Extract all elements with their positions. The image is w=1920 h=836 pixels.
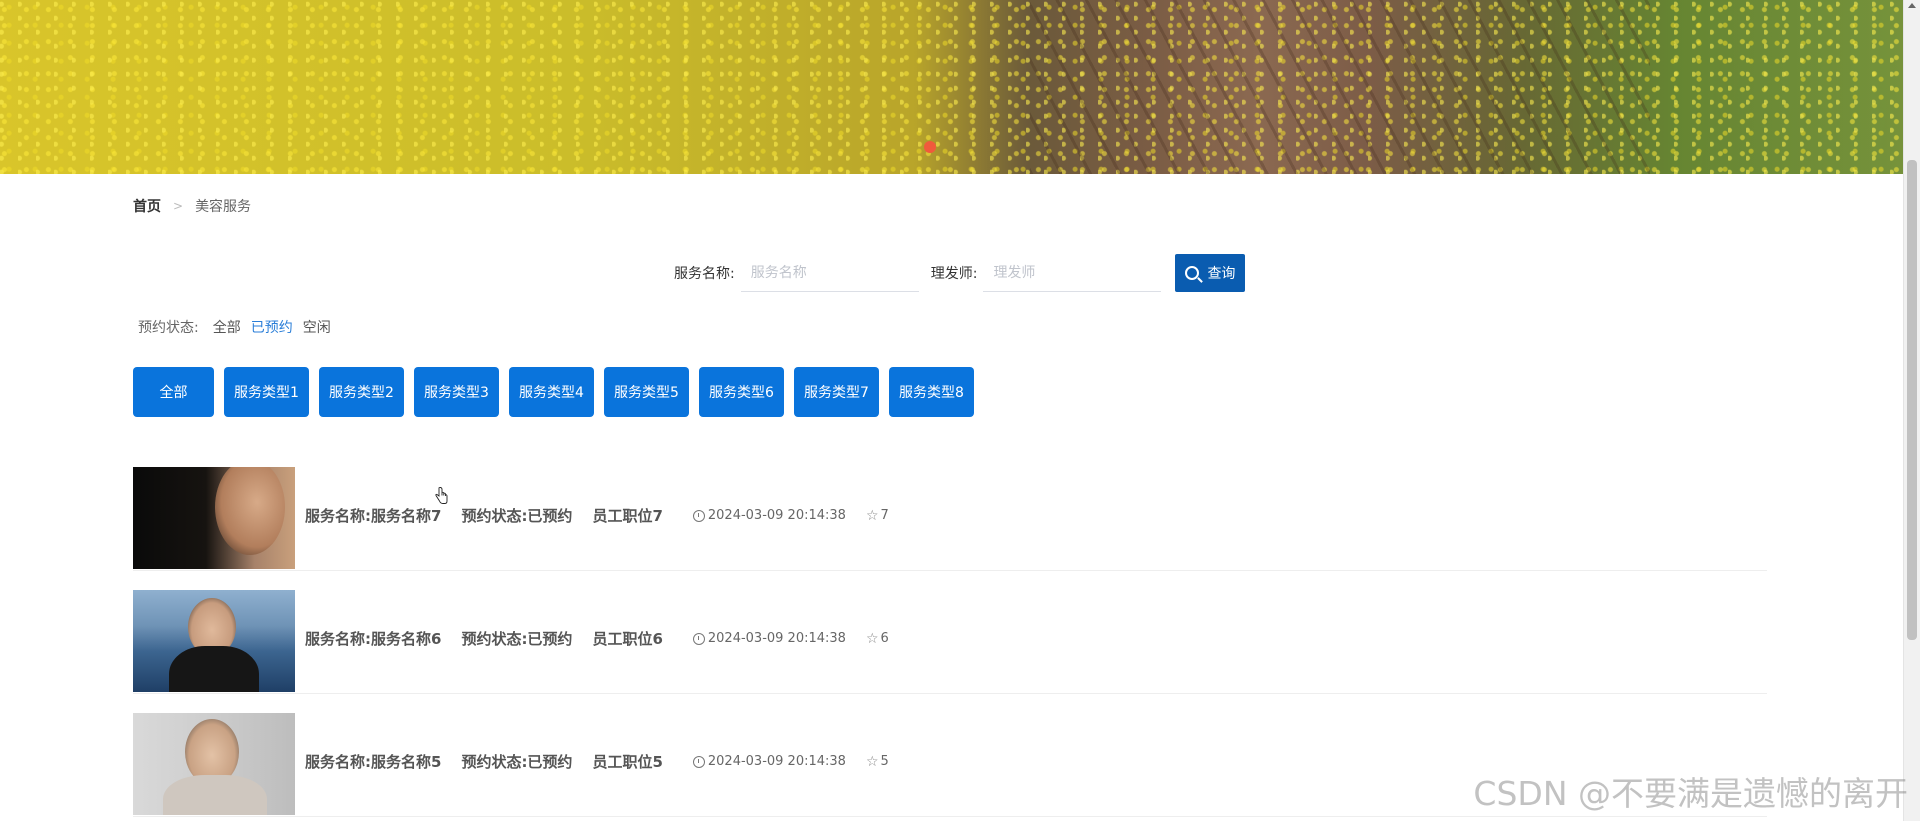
favorite-count: 6	[880, 631, 889, 646]
timestamp: 2024-03-09 20:14:38	[707, 754, 846, 769]
service-name: 服务名称:服务名称7	[305, 507, 442, 525]
star-icon: ☆	[865, 630, 879, 647]
type-button-7[interactable]: 服务类型7	[794, 367, 879, 417]
star-icon: ☆	[865, 507, 879, 524]
search-button-label: 查询	[1207, 265, 1236, 281]
clock-icon	[692, 509, 705, 522]
favorite-count: 7	[880, 508, 889, 523]
service-name-input[interactable]	[740, 254, 919, 292]
clock-icon	[692, 755, 705, 768]
service-name: 服务名称:服务名称5	[305, 753, 442, 771]
type-button-all[interactable]: 全部	[133, 367, 214, 417]
service-thumbnail[interactable]	[133, 590, 295, 692]
type-button-3[interactable]: 服务类型3	[414, 367, 499, 417]
booking-status: 预约状态:已预约	[461, 753, 573, 771]
breadcrumb-current: 美容服务	[195, 199, 252, 215]
status-option-booked[interactable]: 已预约	[251, 317, 293, 337]
carousel-indicator-dot[interactable]	[924, 141, 936, 153]
scrollbar-thumb[interactable]	[1907, 160, 1917, 640]
staff-position: 员工职位6	[592, 630, 663, 648]
service-thumbnail[interactable]	[133, 467, 295, 569]
service-name: 服务名称:服务名称6	[305, 630, 442, 648]
status-filter-label: 预约状态:	[138, 320, 199, 336]
timestamp: 2024-03-09 20:14:38	[707, 508, 846, 523]
hand-cursor-icon	[435, 487, 448, 504]
staff-position: 员工职位5	[592, 753, 663, 771]
type-button-2[interactable]: 服务类型2	[319, 367, 404, 417]
scroll-up-arrow-icon[interactable]	[1908, 3, 1916, 8]
breadcrumb: 首页 > 美容服务	[133, 196, 251, 216]
search-icon	[1185, 266, 1200, 280]
search-bar: 服务名称: 理发师: 查询	[674, 254, 1246, 292]
list-item[interactable]: 服务名称:服务名称6 预约状态:已预约 员工职位6 2024-03-09 20:…	[133, 590, 1767, 694]
booking-status: 预约状态:已预约	[461, 630, 573, 648]
breadcrumb-home-link[interactable]: 首页	[133, 196, 161, 216]
type-button-1[interactable]: 服务类型1	[224, 367, 309, 417]
type-button-4[interactable]: 服务类型4	[509, 367, 594, 417]
clock-icon	[692, 632, 705, 645]
booking-status: 预约状态:已预约	[461, 507, 573, 525]
timestamp: 2024-03-09 20:14:38	[707, 631, 846, 646]
status-filter: 预约状态: 全部 已预约 空闲	[138, 317, 331, 337]
list-item[interactable]: 服务名称:服务名称7 预约状态:已预约 员工职位7 2024-03-09 20:…	[133, 467, 1767, 571]
barber-input[interactable]	[983, 254, 1162, 292]
status-option-all[interactable]: 全部	[213, 317, 241, 337]
search-button[interactable]: 查询	[1175, 254, 1246, 292]
watermark: CSDN @不要满是遗憾的离开	[1473, 774, 1908, 813]
page-scrollbar[interactable]	[1903, 0, 1920, 821]
banner-image	[0, 0, 1904, 174]
status-option-free[interactable]: 空闲	[303, 317, 331, 337]
type-button-6[interactable]: 服务类型6	[699, 367, 784, 417]
favorite-count: 5	[880, 754, 889, 769]
staff-position: 员工职位7	[592, 507, 663, 525]
star-icon: ☆	[865, 753, 879, 770]
service-name-label: 服务名称:	[674, 266, 735, 282]
type-button-8[interactable]: 服务类型8	[889, 367, 974, 417]
service-thumbnail[interactable]	[133, 713, 295, 815]
breadcrumb-separator: >	[173, 199, 184, 213]
barber-label: 理发师:	[930, 266, 978, 282]
service-type-filter: 全部 服务类型1 服务类型2 服务类型3 服务类型4 服务类型5 服务类型6 服…	[133, 367, 974, 417]
type-button-5[interactable]: 服务类型5	[604, 367, 689, 417]
